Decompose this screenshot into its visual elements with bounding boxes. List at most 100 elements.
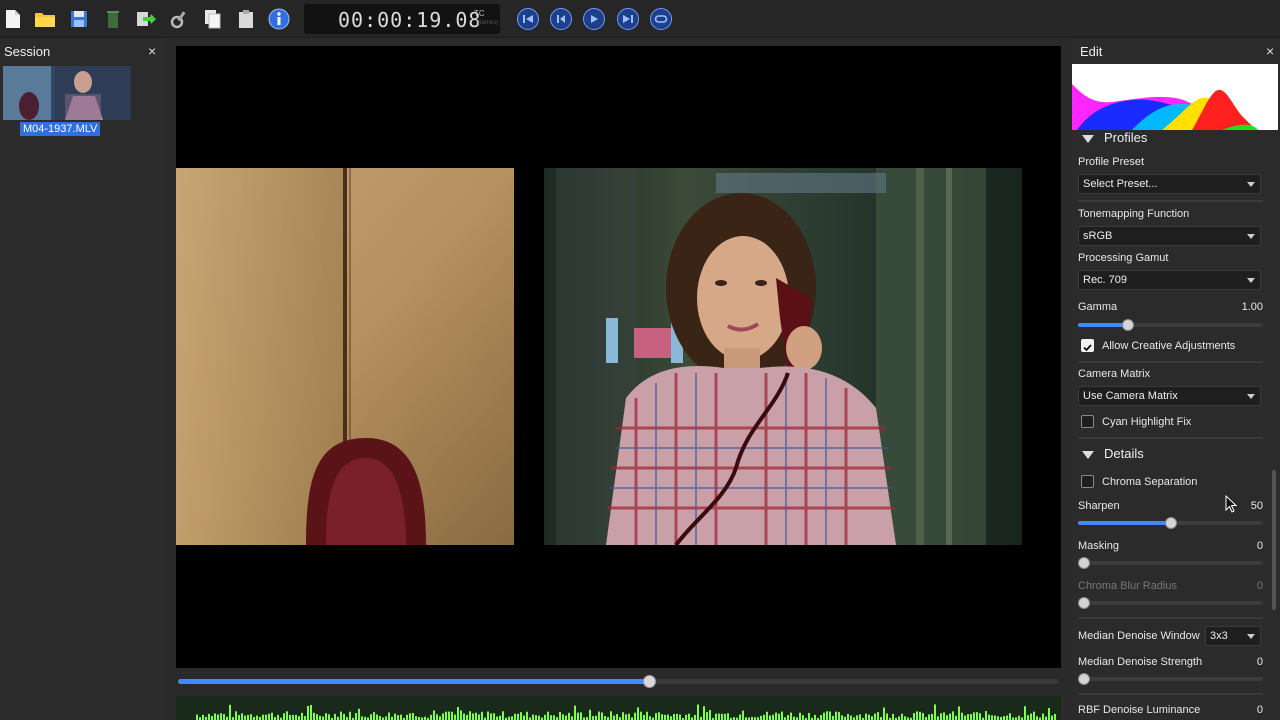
timecode-mode-label: TC <box>474 9 485 18</box>
waveform-bar <box>832 715 834 720</box>
waveform-bar <box>262 714 264 720</box>
waveform-bar <box>1054 713 1056 720</box>
profile-preset-value: Select Preset... <box>1083 178 1158 190</box>
median-strength-label: Median Denoise Strength <box>1078 656 1203 668</box>
waveform-bar <box>526 711 528 720</box>
waveform-bar <box>196 714 198 720</box>
waveform-bar <box>667 714 669 720</box>
waveform-bar <box>646 711 648 720</box>
rbf-luminance-label: RBF Denoise Luminance <box>1078 704 1201 716</box>
rbf-luminance-value: 0 <box>1256 704 1263 716</box>
trash-icon[interactable] <box>102 8 124 30</box>
waveform-bar <box>814 714 816 720</box>
tonemapping-select[interactable]: sRGB <box>1078 226 1261 246</box>
waveform-bar <box>370 714 372 720</box>
close-icon[interactable]: × <box>148 43 156 59</box>
jump-start-icon[interactable] <box>517 8 539 30</box>
waveform-bar <box>649 716 651 720</box>
waveform-bar <box>1042 713 1044 720</box>
loop-icon[interactable] <box>650 8 672 30</box>
masking-value: 0 <box>1256 540 1263 552</box>
open-folder-icon[interactable] <box>34 8 56 30</box>
info-icon[interactable] <box>268 8 290 30</box>
seek-handle[interactable] <box>642 675 656 688</box>
waveform-bar <box>625 714 627 720</box>
gamma-slider[interactable] <box>1078 318 1263 332</box>
clip-name-label[interactable]: M04-1937.MLV <box>20 122 101 136</box>
waveform-bar <box>739 714 741 720</box>
copy-icon[interactable] <box>202 8 224 30</box>
section-profiles-header[interactable]: Profiles <box>1078 130 1147 145</box>
waveform-bar <box>877 712 879 720</box>
slider-handle[interactable] <box>1121 319 1134 331</box>
waveform-bar <box>538 715 540 720</box>
waveform-bar <box>448 711 450 720</box>
waveform-bar <box>898 716 900 720</box>
waveform-bar <box>658 712 660 720</box>
sharpen-slider[interactable] <box>1078 516 1263 530</box>
waveform-bar <box>721 713 723 720</box>
save-icon[interactable] <box>68 8 90 30</box>
edit-panel-scrollbar[interactable] <box>1272 470 1276 610</box>
paste-icon[interactable] <box>235 8 257 30</box>
slider-handle[interactable] <box>1078 597 1090 609</box>
waveform-bar <box>328 714 330 720</box>
slider-track[interactable] <box>1078 561 1263 565</box>
slider-handle[interactable] <box>1078 673 1090 685</box>
jump-end-icon[interactable] <box>617 8 639 30</box>
collapse-triangle-icon[interactable] <box>1082 134 1094 143</box>
waveform-bar <box>472 713 474 720</box>
chroma-blur-slider[interactable] <box>1078 596 1263 610</box>
close-icon[interactable]: × <box>1266 43 1274 59</box>
section-details-header[interactable]: Details <box>1078 446 1144 461</box>
tonemapping-label: Tonemapping Function <box>1078 208 1190 220</box>
waveform-bar <box>388 712 390 720</box>
waveform-bar <box>1036 716 1038 720</box>
waveform-bar <box>286 711 288 720</box>
slider-handle[interactable] <box>1164 517 1177 529</box>
play-icon[interactable] <box>583 8 605 30</box>
waveform-bar <box>673 714 675 720</box>
step-back-icon[interactable] <box>550 8 572 30</box>
waveform-bar <box>1027 715 1029 720</box>
waveform-bar <box>937 716 939 720</box>
waveform-bar <box>568 712 570 720</box>
slider-track[interactable] <box>1078 677 1263 681</box>
playback-seek-bar[interactable] <box>176 672 1061 692</box>
camera-matrix-select[interactable]: Use Camera Matrix <box>1078 386 1261 406</box>
app-window: 00:00:19.08 TC (frames) Session × M04-19… <box>0 0 1280 720</box>
clip-thumbnail[interactable] <box>3 66 131 120</box>
new-file-icon[interactable] <box>2 8 24 30</box>
median-strength-slider[interactable] <box>1078 672 1263 686</box>
divider <box>1078 200 1263 202</box>
waveform-bar <box>715 713 717 720</box>
median-window-select[interactable]: 3x3 <box>1205 626 1261 646</box>
waveform-bar <box>760 715 762 720</box>
waveform-bar <box>766 711 768 720</box>
profile-preset-select[interactable]: Select Preset... <box>1078 174 1261 194</box>
waveform-bar <box>319 715 321 720</box>
slider-handle[interactable] <box>1078 557 1090 569</box>
waveform-bar <box>790 712 792 720</box>
export-icon[interactable] <box>135 8 157 30</box>
settings-icon[interactable] <box>169 8 191 30</box>
waveform-bar <box>289 714 291 720</box>
waveform-bar <box>463 713 465 720</box>
waveform-bar <box>793 716 795 720</box>
slider-track[interactable] <box>1078 601 1263 605</box>
waveform-bar <box>514 713 516 720</box>
processing-gamut-select[interactable]: Rec. 709 <box>1078 270 1261 290</box>
cyan-highlight-checkbox[interactable] <box>1081 415 1094 428</box>
chroma-separation-checkbox[interactable] <box>1081 475 1094 488</box>
video-viewer[interactable] <box>176 46 1061 668</box>
divider <box>1078 617 1263 619</box>
allow-creative-checkbox[interactable] <box>1081 339 1094 352</box>
masking-slider[interactable] <box>1078 556 1263 570</box>
waveform-bar <box>997 716 999 720</box>
waveform-bar <box>979 713 981 720</box>
waveform-bar <box>904 716 906 720</box>
collapse-triangle-icon[interactable] <box>1082 450 1094 459</box>
waveform-bar <box>241 713 243 720</box>
waveform-bar <box>823 712 825 720</box>
waveform-bar <box>850 715 852 720</box>
